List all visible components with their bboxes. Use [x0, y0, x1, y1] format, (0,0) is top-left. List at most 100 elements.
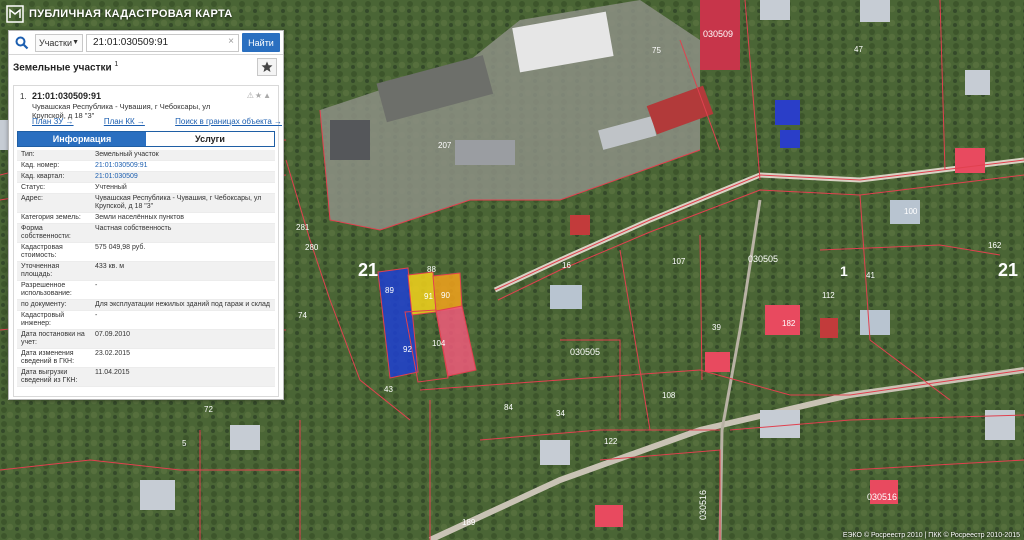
parcel-number: 47 [854, 45, 863, 54]
object-type-select[interactable]: Участки ▼ [35, 33, 83, 52]
info-value: 23.02.2015 [95, 350, 131, 357]
info-value: 11.04.2015 [95, 369, 130, 376]
info-row: Категория земель: Земли населённых пункто… [17, 213, 275, 224]
info-value: 575 049,98 руб. [95, 244, 146, 251]
object-type-label: Участки [39, 37, 72, 48]
parcel-number: 108 [662, 391, 676, 400]
parcel-number: 75 [652, 46, 661, 55]
parcel-number: 34 [556, 409, 565, 418]
search-panel: Участки ▼ × Найти Земельные участки 1 1.… [8, 30, 284, 400]
parcel-number: 112 [822, 291, 835, 300]
parking-lot [455, 140, 515, 165]
tab-services[interactable]: Услуги [146, 132, 274, 146]
search-input[interactable] [87, 34, 238, 51]
copyright-footer: ЕЭКО © Росреестр 2010 | ПКК © Росреестр … [842, 532, 1020, 539]
info-row: Разрешенное использование: - [17, 281, 275, 300]
parcel-number: 280 [305, 243, 319, 252]
info-row: Дата выгрузки сведений из ГКН: 11.04.2015 [17, 368, 275, 387]
info-key: Уточненная площадь: [21, 263, 60, 278]
industrial-building [330, 120, 370, 160]
quarter-label: 030505 [570, 347, 600, 357]
info-row: Кадастровая стоимость: 575 049,98 руб. [17, 243, 275, 262]
parcel-number: 162 [988, 241, 1002, 250]
search-icon[interactable] [9, 31, 35, 55]
result-actions[interactable]: ⚠★▲ [247, 91, 272, 100]
info-key: Кадастровая стоимость: [21, 244, 63, 259]
parcel-label: 91 [424, 292, 433, 301]
result-tabs: Информация Услуги [17, 131, 275, 147]
find-button[interactable]: Найти [242, 33, 280, 52]
favorites-button[interactable] [257, 58, 277, 76]
result-card: 1. 21:01:030509:91 ⚠★▲ Чувашская Республ… [13, 85, 282, 397]
parcel-label: 92 [403, 345, 412, 354]
info-key: Кад. номер: [21, 162, 60, 169]
info-row: Кад. номер: 21:01:030509:91 [17, 161, 275, 172]
tab-information[interactable]: Информация [18, 132, 146, 146]
cad-number-link[interactable]: 21:01:030509:91 [93, 161, 275, 171]
parcel-number: 189 [462, 518, 476, 527]
section-count: 1 [114, 61, 119, 68]
app-title: ПУБЛИЧНАЯ КАДАСТРОВАЯ КАРТА [29, 8, 233, 20]
info-row: Форма собственности: Частная собственност… [17, 224, 275, 243]
info-value: Чувашская Республика - Чувашия, г Чебокс… [95, 195, 262, 210]
clear-icon[interactable]: × [228, 36, 234, 47]
parcel-number: 16 [562, 261, 571, 270]
info-value: Частная собственность [95, 225, 172, 232]
parcel-label: 104 [432, 339, 446, 348]
district-label: 21 [998, 260, 1018, 280]
district-label: 21 [358, 260, 378, 280]
plan-zu-link[interactable]: План ЗУ → [32, 117, 74, 126]
star-icon[interactable]: ★ [255, 91, 263, 100]
info-row: Кад. квартал: 21:01:030509 [17, 172, 275, 183]
info-key: Адрес: [21, 195, 43, 202]
parcel-number: 122 [604, 437, 618, 446]
parcel-label: 90 [441, 291, 450, 300]
search-in-bounds-link[interactable]: Поиск в границах объекта → [175, 117, 282, 126]
expand-icon[interactable]: ▲ [263, 91, 272, 100]
info-key: Кадастровый инженер: [21, 312, 65, 327]
info-row: Статус: Учтенный [17, 183, 275, 194]
info-key: Разрешенное использование: [21, 282, 72, 297]
cad-quarter-link[interactable]: 21:01:030509 [93, 172, 275, 182]
info-table: Тип: Земельный участок Кад. номер: 21:01:0… [17, 150, 275, 387]
info-value: 07.09.2010 [95, 331, 131, 338]
plan-kk-link[interactable]: План КК → [104, 117, 145, 126]
warning-icon[interactable]: ⚠ [247, 91, 255, 100]
quarter-label: 030505 [748, 254, 778, 264]
parcel-number: 72 [204, 405, 213, 414]
info-row: Кадастровый инженер: - [17, 311, 275, 330]
info-value: Учтенный [95, 184, 127, 191]
parcel-number: 107 [672, 257, 686, 266]
parcel-number: 84 [504, 403, 513, 412]
parcel-number: 100 [904, 207, 918, 216]
result-cad-number[interactable]: 21:01:030509:91 [32, 91, 101, 101]
info-value: Земельный участок [95, 151, 159, 158]
parcel-number: 281 [296, 223, 310, 232]
info-row: Дата постановки на учет: 07.09.2010 [17, 330, 275, 349]
info-key: Кад. квартал: [21, 173, 65, 180]
info-row: Уточненная площадь: 433 кв. м [17, 262, 275, 281]
result-links: План ЗУ → План КК → Поиск в границах объ… [32, 117, 282, 126]
logo-icon [6, 5, 24, 23]
parcel-number: 74 [298, 311, 307, 320]
search-input-wrapper: × [86, 33, 239, 52]
info-key: Тип: [21, 151, 35, 158]
result-index: 1. [20, 92, 27, 101]
parcel-label: 89 [385, 286, 394, 295]
info-key: по документу: [21, 301, 67, 308]
info-row: Дата изменения сведений в ГКН: 23.02.2015 [17, 349, 275, 368]
info-row: Адрес: Чувашская Республика - Чувашия, г … [17, 194, 275, 213]
info-value: Для эксплуатации нежилых зданий под гара… [95, 301, 270, 308]
parcel-label: 88 [427, 265, 436, 274]
parcel-number: 43 [384, 385, 393, 394]
section-title: Земельные участки 1 [13, 61, 118, 73]
star-icon [261, 61, 273, 72]
info-key: Категория земель: [21, 214, 81, 221]
parcel-number: 41 [866, 271, 875, 280]
info-value: 433 кв. м [95, 263, 125, 270]
parcel-number: 39 [712, 323, 721, 332]
quarter-label: 030509 [703, 29, 733, 39]
info-row: по документу: Для эксплуатации нежилых зд… [17, 300, 275, 311]
parcel-number: 207 [438, 141, 452, 150]
search-bar: Участки ▼ × Найти [9, 31, 283, 55]
